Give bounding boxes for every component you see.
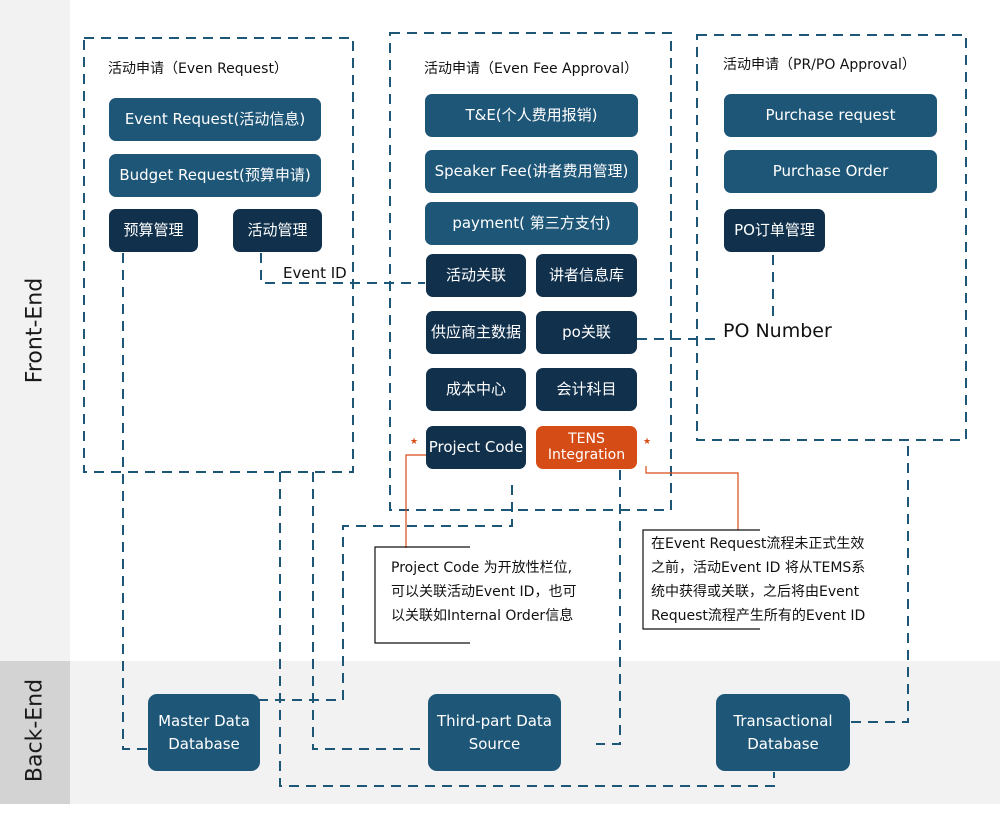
note-line: Request流程产生所有的Event ID — [651, 608, 866, 624]
db-line: Database — [168, 734, 240, 753]
note-line: 可以关联活动Event ID，也可 — [391, 584, 577, 600]
note-line: 在Event Request流程未正式生效 — [651, 536, 865, 552]
db-line: Master Data — [158, 712, 250, 730]
payment-button[interactable]: payment( 第三方支付) — [425, 202, 638, 245]
star-icon: ★ — [643, 437, 652, 447]
po-number-label: PO Number — [723, 320, 832, 342]
back-end-label: Back-End — [22, 678, 48, 783]
po-order-management-button[interactable]: PO订单管理 — [724, 209, 825, 252]
event-management-button[interactable]: 活动管理 — [233, 209, 322, 252]
budget-management-button[interactable]: 预算管理 — [109, 209, 198, 252]
star-icon: ★ — [410, 437, 419, 447]
callout-line-project-code — [405, 454, 428, 548]
project-code-button[interactable]: Project Code — [426, 426, 526, 469]
group-title-fee-approval: 活动申请（Even Fee Approval） — [424, 61, 639, 77]
budget-request-button[interactable]: Budget Request(预算申请) — [109, 154, 321, 197]
group-title-event-request: 活动申请（Even Request） — [108, 61, 288, 77]
third-party-data-source[interactable]: Third-part Data Source — [428, 694, 561, 771]
cost-center-button[interactable]: 成本中心 — [426, 368, 526, 411]
note-line: 统中获得或关联，之后将由Event — [651, 584, 860, 600]
master-data-database[interactable]: Master Data Database — [148, 694, 260, 771]
group-title-pr-po: 活动申请（PR/PO Approval） — [723, 57, 916, 73]
accounting-subject-button[interactable]: 会计科目 — [536, 368, 637, 411]
speaker-fee-button[interactable]: Speaker Fee(讲者费用管理) — [425, 150, 638, 193]
note-line: 之前，活动Event ID 将从TEMS系 — [651, 560, 866, 576]
event-id-label: Event ID — [283, 264, 347, 282]
note-line: 以关联如Internal Order信息 — [391, 608, 574, 624]
event-link-button[interactable]: 活动关联 — [426, 254, 526, 297]
callout-line-tens — [645, 466, 739, 530]
note-tens: 在Event Request流程未正式生效 之前，活动Event ID 将从TE… — [651, 532, 865, 628]
front-end-label: Front-End — [22, 277, 48, 384]
db-line: Third-part Data — [436, 712, 553, 730]
transactional-database[interactable]: Transactional Database — [716, 694, 850, 771]
purchase-order-button[interactable]: Purchase Order — [724, 150, 937, 193]
purchase-request-button[interactable]: Purchase request — [724, 94, 937, 137]
po-link-button[interactable]: po关联 — [536, 311, 637, 354]
note-line: Project Code 为开放性栏位, — [391, 560, 573, 576]
note-project-code: Project Code 为开放性栏位, 可以关联活动Event ID，也可 以… — [391, 556, 576, 628]
te-button[interactable]: T&E(个人费用报销) — [425, 94, 638, 137]
db-line: Source — [468, 734, 521, 753]
tens-integration-button[interactable]: TENS Integration — [536, 426, 637, 469]
db-line: Database — [747, 734, 819, 753]
event-request-button[interactable]: Event Request(活动信息) — [109, 98, 321, 141]
speaker-db-button[interactable]: 讲者信息库 — [536, 254, 637, 297]
db-line: Transactional — [733, 712, 833, 730]
vendor-master-button[interactable]: 供应商主数据 — [426, 311, 526, 354]
